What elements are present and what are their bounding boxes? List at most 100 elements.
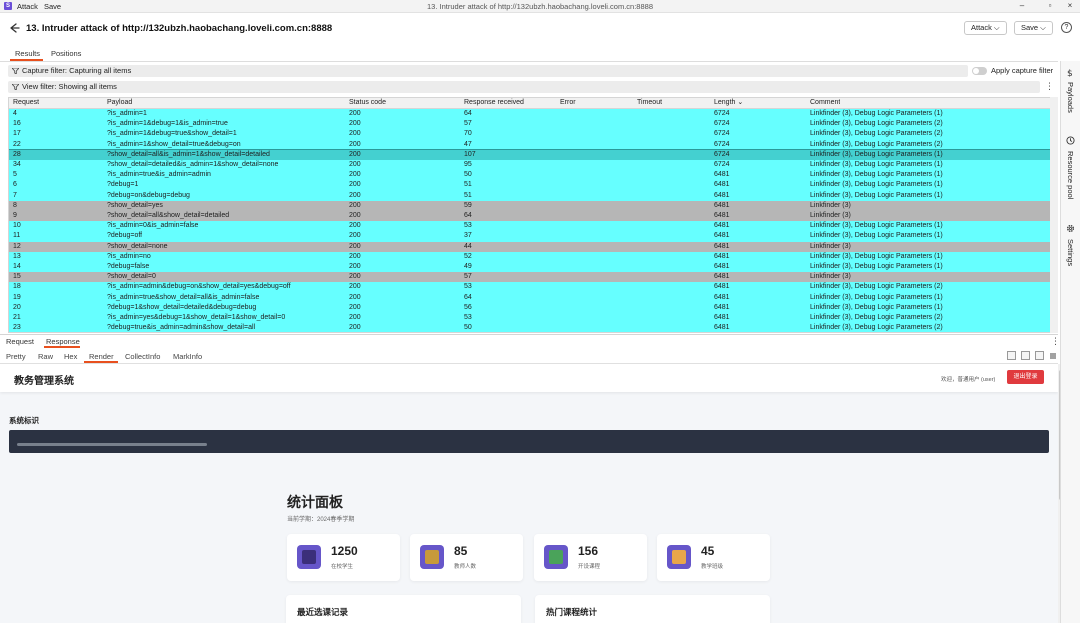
subtab-collectinfo[interactable]: CollectInfo [125, 352, 160, 361]
col-error[interactable]: Error [560, 98, 576, 108]
cell-length: 6481 [714, 212, 730, 219]
cell-length: 6481 [714, 283, 730, 291]
col-response-received[interactable]: Response received [464, 98, 524, 108]
cell-comment: Linkfinder (3), Debug Logic Parameters (… [810, 222, 943, 230]
cell-payload: ?show_detail=0 [107, 273, 156, 281]
col-request[interactable]: Request [13, 98, 39, 108]
cell-status-code: 200 [349, 120, 361, 128]
table-row[interactable]: 6 ?debug=1 200 51 6481 Linkfinder (3), Debug … [9, 180, 1050, 191]
cell-status-code: 200 [349, 303, 361, 311]
cell-length: 6724 [714, 140, 730, 148]
tab-results[interactable]: Results [15, 49, 40, 58]
menu-icon[interactable] [1049, 352, 1057, 360]
table-row[interactable]: 5 ?is_admin=true&is_admin=admin 200 50 6481 L… [9, 170, 1050, 181]
maximize-button[interactable]: ▫ [1044, 1, 1056, 10]
table-row[interactable]: 12 ?show_detail=none 200 44 6481 Linkfinder (… [9, 241, 1050, 252]
cell-request: 17 [13, 130, 21, 138]
subtab-hex[interactable]: Hex [64, 352, 77, 361]
redacted-text [17, 443, 207, 446]
close-button[interactable]: × [1064, 1, 1076, 10]
table-row[interactable]: 19 ?is_admin=true&show_detail=all&is_admi… [9, 292, 1050, 303]
table-row[interactable]: 7 ?debug=on&debug=debug 200 51 6481 Linkfinde… [9, 190, 1050, 201]
tab-response[interactable]: Response [46, 337, 80, 346]
attack-dropdown-button[interactable]: Attack ⌵ [964, 21, 1007, 35]
table-scrollbar[interactable] [1050, 97, 1058, 333]
tab-positions[interactable]: Positions [51, 49, 81, 58]
capture-filter-text: Capture filter: Capturing all items [22, 66, 132, 75]
sidebar-item-resource-pool[interactable]: Resource pool [1066, 151, 1075, 199]
back-arrow-icon[interactable] [8, 22, 20, 34]
payloads-icon[interactable]: $ [1066, 68, 1075, 77]
subtab-render[interactable]: Render [89, 352, 114, 361]
cell-request: 21 [13, 314, 21, 321]
cell-comment: Linkfinder (3), Debug Logic Parameters (… [810, 303, 943, 311]
table-row[interactable]: 18 ?is_admin=admin&debug=on&show_detail=y… [9, 282, 1050, 293]
school-icon [667, 545, 691, 569]
cell-comment: Linkfinder (3), Debug Logic Parameters (… [810, 161, 943, 168]
col-length[interactable]: Length ⌄ [714, 98, 743, 108]
table-row[interactable]: 11 ?debug=off 200 37 6481 Linkfinder (3), Deb… [9, 231, 1050, 242]
cell-length: 6724 [714, 130, 730, 138]
cell-request: 13 [13, 252, 21, 260]
gear-icon[interactable] [1066, 224, 1075, 233]
col-comment[interactable]: Comment [810, 98, 840, 108]
table-row[interactable]: 14 ?debug=false 200 49 6481 Linkfinder (3), D… [9, 262, 1050, 273]
cell-payload: ?is_admin=1&show_detail=true&debug=on [107, 140, 241, 148]
col-status-code[interactable]: Status code [349, 98, 386, 108]
cell-response-received: 56 [464, 303, 472, 311]
table-row[interactable]: 22 ?is_admin=1&show_detail=true&debug=on 2… [9, 139, 1050, 150]
cell-request: 10 [13, 222, 21, 230]
cell-comment: Linkfinder (3), Debug Logic Parameters (… [810, 150, 943, 158]
view-filter-bar[interactable]: View filter: Showing all items [8, 81, 1040, 93]
cell-payload: ?is_admin=1 [107, 110, 147, 117]
table-row[interactable]: 15 ?show_detail=0 200 57 6481 Linkfinder (3) [9, 272, 1050, 283]
render-preview: 教务管理系统 欢迎，普通用户 (user) 退出登录 系统标识 统计面板 当前学… [0, 364, 1058, 623]
col-payload[interactable]: Payload [107, 98, 132, 108]
wrap-toggle-icon[interactable] [1007, 351, 1016, 360]
table-row[interactable]: 9 ?show_detail=all&show_detail=detailed 20… [9, 211, 1050, 222]
col-timeout[interactable]: Timeout [637, 98, 662, 108]
table-row[interactable]: 16 ?is_admin=1&debug=1&is_admin=true 200 57… [9, 119, 1050, 130]
sidebar-item-payloads[interactable]: Payloads [1066, 82, 1075, 113]
help-icon[interactable]: ? [1061, 22, 1072, 33]
recent-enrollments-panel: 最近选课记录 [286, 595, 521, 623]
capture-filter-bar[interactable]: Capture filter: Capturing all items [8, 65, 968, 77]
table-row[interactable]: 28 ?show_detail=all&is_admin=1&show_detai… [9, 148, 1050, 162]
table-row[interactable]: 13 ?is_admin=no 200 52 6481 Linkfinder (3), D… [9, 251, 1050, 262]
more-options-icon[interactable]: ⋮ [1051, 336, 1060, 347]
cell-length: 6481 [714, 181, 730, 189]
subtab-raw[interactable]: Raw [38, 352, 53, 361]
cell-length: 6481 [714, 222, 730, 230]
cell-payload: ?is_admin=1&debug=true&show_detail=1 [107, 130, 237, 138]
subtab-pretty[interactable]: Pretty [6, 352, 26, 361]
cell-status-code: 200 [349, 293, 361, 301]
table-row[interactable]: 20 ?debug=1&show_detail=detailed&debug=de… [9, 302, 1050, 313]
sidebar-item-settings[interactable]: Settings [1066, 239, 1075, 266]
cell-response-received: 51 [464, 191, 472, 199]
cell-status-code: 200 [349, 242, 361, 250]
cell-response-received: 52 [464, 252, 472, 260]
books-icon [544, 545, 568, 569]
stat-card-courses: 156 开设课程 [534, 534, 647, 581]
subtab-markinfo[interactable]: MarkInfo [173, 352, 202, 361]
split-toggle-icon[interactable] [1035, 351, 1044, 360]
table-row[interactable]: 17 ?is_admin=1&debug=true&show_detail=1 20… [9, 129, 1050, 140]
table-row[interactable]: 10 ?is_admin=0&is_admin=false 200 53 6481 Lin… [9, 221, 1050, 232]
cell-comment: Linkfinder (3), Debug Logic Parameters (… [810, 120, 943, 128]
table-row[interactable]: 8 ?show_detail=yes 200 59 6481 Linkfinder (3) [9, 200, 1050, 211]
table-row[interactable]: 23 ?debug=true&is_admin=admin&show_detail… [9, 323, 1050, 332]
logout-button[interactable]: 退出登录 [1007, 370, 1044, 384]
layout-toggle-icon[interactable] [1021, 351, 1030, 360]
cell-status-code: 200 [349, 130, 361, 138]
save-dropdown-button[interactable]: Save ⌵ [1014, 21, 1053, 35]
table-row[interactable]: 34 ?show_detail=detailed&is_admin=1&show_… [9, 160, 1050, 171]
apply-capture-filter-toggle[interactable] [972, 67, 987, 75]
more-options-icon[interactable]: ⋮ [1045, 81, 1054, 92]
table-row[interactable]: 4 ?is_admin=1 200 64 6724 Linkfinder (3), Deb… [9, 109, 1050, 120]
tab-request[interactable]: Request [6, 337, 34, 346]
minimize-button[interactable]: – [1016, 1, 1028, 10]
cell-status-code: 200 [349, 324, 361, 332]
cell-payload: ?debug=true&is_admin=admin&show_detail=a… [107, 324, 256, 332]
clock-icon[interactable] [1066, 136, 1075, 145]
table-row[interactable]: 21 ?is_admin=yes&debug=1&show_detail=1&sh… [9, 313, 1050, 324]
